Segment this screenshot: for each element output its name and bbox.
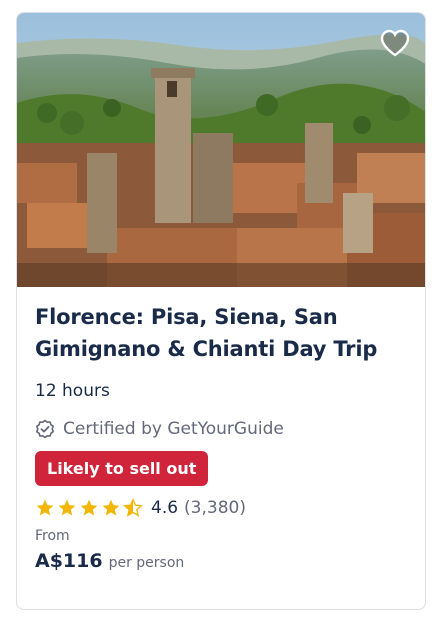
star-icon [36, 499, 54, 516]
certified-row: Certified by GetYourGuide [35, 419, 407, 439]
certified-label: Certified by GetYourGuide [63, 419, 284, 439]
price-row: A$116 per person [35, 550, 407, 572]
star-icon [58, 499, 76, 516]
san-gimignano-photo [17, 13, 425, 287]
hero-image[interactable] [17, 13, 425, 287]
rating-value: 4.6 [151, 498, 179, 518]
star-icon [80, 499, 98, 516]
per-person-label: per person [108, 555, 185, 571]
activity-card[interactable]: Florence: Pisa, Siena, San Gimignano & C… [16, 12, 426, 610]
activity-title[interactable]: Florence: Pisa, Siena, San Gimignano & C… [35, 301, 407, 365]
star-half-icon [123, 498, 143, 517]
from-label: From [35, 528, 70, 544]
verified-badge-icon [36, 419, 54, 439]
wishlist-button[interactable] [377, 25, 413, 61]
review-count: (3,380) [184, 498, 246, 518]
star-rating [35, 498, 143, 518]
card-content: Florence: Pisa, Siena, San Gimignano & C… [17, 287, 425, 572]
price: A$116 [35, 550, 103, 572]
heart-icon [380, 29, 410, 57]
star-icon [102, 499, 120, 516]
rating-row: 4.6 (3,380) [35, 498, 407, 518]
sell-out-badge: Likely to sell out [35, 451, 209, 486]
duration: 12 hours [35, 381, 110, 401]
